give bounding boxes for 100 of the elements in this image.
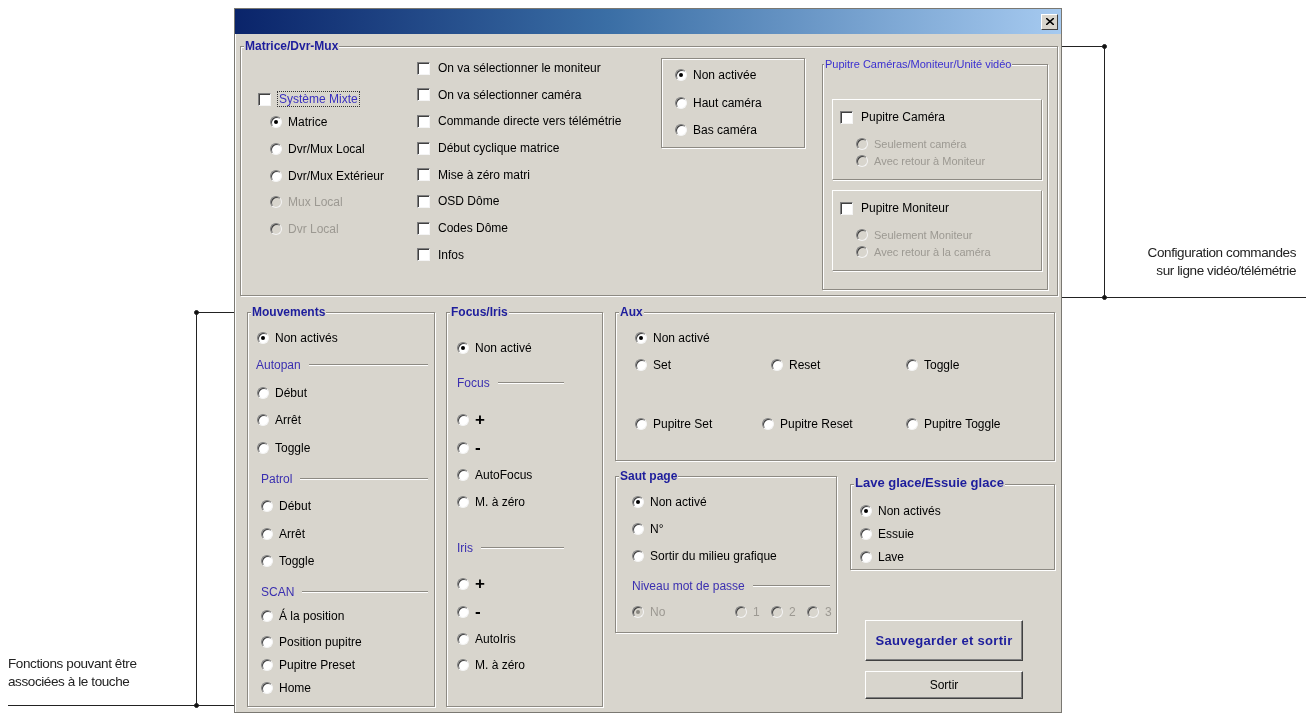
option-label: M. à zéro — [475, 495, 525, 509]
radio-button[interactable] — [457, 633, 469, 645]
exit-button[interactable]: Sortir — [865, 671, 1023, 699]
radio-button[interactable] — [632, 496, 644, 508]
radio-button[interactable] — [860, 528, 872, 540]
radio-button[interactable] — [257, 387, 269, 399]
option-label: + — [475, 412, 485, 428]
section-label: Iris — [457, 541, 473, 555]
annotation-text: Configuration commandes sur ligne vidéo/télémétrie — [1147, 244, 1296, 280]
option-label: Toggle — [275, 441, 311, 455]
option-label: Mux Local — [288, 195, 343, 210]
option-label: Pupitre Preset — [279, 658, 356, 672]
option-label: Pupitre Reset — [780, 417, 853, 431]
group-title: Matrice/Dvr-Mux — [244, 39, 340, 53]
close-button[interactable] — [1041, 13, 1058, 30]
radio-button[interactable] — [257, 414, 269, 426]
option-label: + — [475, 576, 485, 592]
checkbox[interactable] — [417, 168, 430, 182]
option-label: 3 — [825, 605, 832, 619]
option-label: Pupitre Toggle — [924, 417, 1001, 431]
radio-button[interactable] — [860, 505, 872, 517]
option-label: M. à zéro — [475, 658, 525, 672]
option-label: 2 — [789, 605, 796, 619]
radio-button[interactable] — [261, 555, 273, 567]
radio-button[interactable] — [457, 606, 469, 618]
checkbox[interactable] — [417, 114, 430, 128]
radio-button[interactable] — [675, 124, 687, 136]
radio-button[interactable] — [261, 682, 273, 694]
radio-button[interactable] — [906, 418, 918, 430]
checkbox[interactable] — [258, 92, 271, 106]
checkbox[interactable] — [840, 110, 853, 124]
radio-button[interactable] — [906, 359, 918, 371]
checkbox-label: Début cyclique matrice — [437, 141, 561, 156]
radio-button[interactable] — [457, 442, 469, 454]
checkbox-label: Commande directe vers télémétrie — [437, 114, 623, 129]
option-label: Non activés — [878, 504, 941, 518]
save-button[interactable]: Sauvegarder et sortir — [865, 620, 1023, 661]
radio-button[interactable] — [270, 169, 282, 182]
option-label: Avec retour à la caméra — [874, 245, 991, 258]
radio-button[interactable] — [457, 659, 469, 671]
option-label: Début — [275, 386, 308, 400]
radio-button[interactable] — [257, 442, 269, 454]
option-label: Toggle — [924, 358, 960, 372]
group-title: Saut page — [619, 469, 679, 483]
radio-button[interactable] — [261, 500, 273, 512]
group-title: Lave glace/Essuie glace — [854, 476, 1005, 490]
radio-button[interactable] — [635, 332, 647, 344]
section-label: SCAN — [261, 585, 295, 599]
radio-button[interactable] — [860, 551, 872, 563]
checkbox-label: On va sélectionner le moniteur — [437, 61, 602, 75]
radio-button[interactable] — [457, 496, 469, 508]
checkbox[interactable] — [417, 61, 430, 75]
option-label: - — [475, 440, 481, 456]
option-label: Home — [279, 681, 311, 695]
section-label: Focus — [457, 376, 490, 390]
checkbox[interactable] — [417, 88, 430, 102]
option-label: Matrice — [288, 115, 328, 129]
checkbox-label: Système Mixte — [278, 92, 359, 106]
radio-button[interactable] — [635, 418, 647, 430]
option-label: - — [475, 604, 481, 620]
group-title: Focus/Iris — [450, 305, 509, 319]
radio-button[interactable] — [261, 610, 273, 622]
radio-button[interactable] — [632, 523, 644, 535]
option-label: Seulement Moniteur — [874, 229, 973, 241]
radio-button[interactable] — [675, 69, 687, 81]
option-label: N° — [650, 522, 664, 536]
checkbox[interactable] — [417, 141, 430, 155]
radio-button[interactable] — [632, 550, 644, 562]
option-label: Arrêt — [279, 527, 305, 541]
radio-button[interactable] — [762, 418, 774, 430]
radio-button[interactable] — [457, 342, 469, 354]
option-label: Dvr Local — [288, 222, 339, 237]
checkbox[interactable] — [417, 194, 430, 208]
checkbox[interactable] — [840, 201, 853, 215]
option-label: Non activés — [275, 331, 338, 345]
option-label: Non activé — [650, 495, 707, 509]
annotation-text: Fonctions pouvant être associées à le touche — [8, 655, 138, 691]
radio-button[interactable] — [457, 469, 469, 481]
checkbox[interactable] — [417, 221, 430, 235]
checkbox[interactable] — [417, 248, 430, 262]
radio-button[interactable] — [257, 332, 269, 344]
radio-button[interactable] — [261, 528, 273, 540]
option-label: Arrêt — [275, 413, 301, 427]
checkbox-label: Codes Dôme — [437, 221, 510, 236]
option-label: Position pupitre — [279, 635, 362, 649]
radio-button[interactable] — [261, 636, 273, 648]
radio-button[interactable] — [457, 578, 469, 590]
checkbox-label: Infos — [437, 247, 465, 262]
option-label: Reset — [789, 358, 821, 372]
radio-button[interactable] — [771, 359, 783, 371]
option-label: Lave — [878, 550, 905, 564]
radio-button[interactable] — [457, 414, 469, 426]
radio-button[interactable] — [270, 116, 282, 128]
option-label: AutoIris — [475, 632, 516, 646]
radio-button[interactable] — [261, 659, 273, 671]
option-label: Pupitre Set — [653, 417, 713, 431]
section-label: Autopan — [256, 358, 301, 372]
radio-button[interactable] — [635, 359, 647, 371]
option-label: 1 — [753, 605, 760, 619]
option-label: No — [650, 605, 666, 619]
